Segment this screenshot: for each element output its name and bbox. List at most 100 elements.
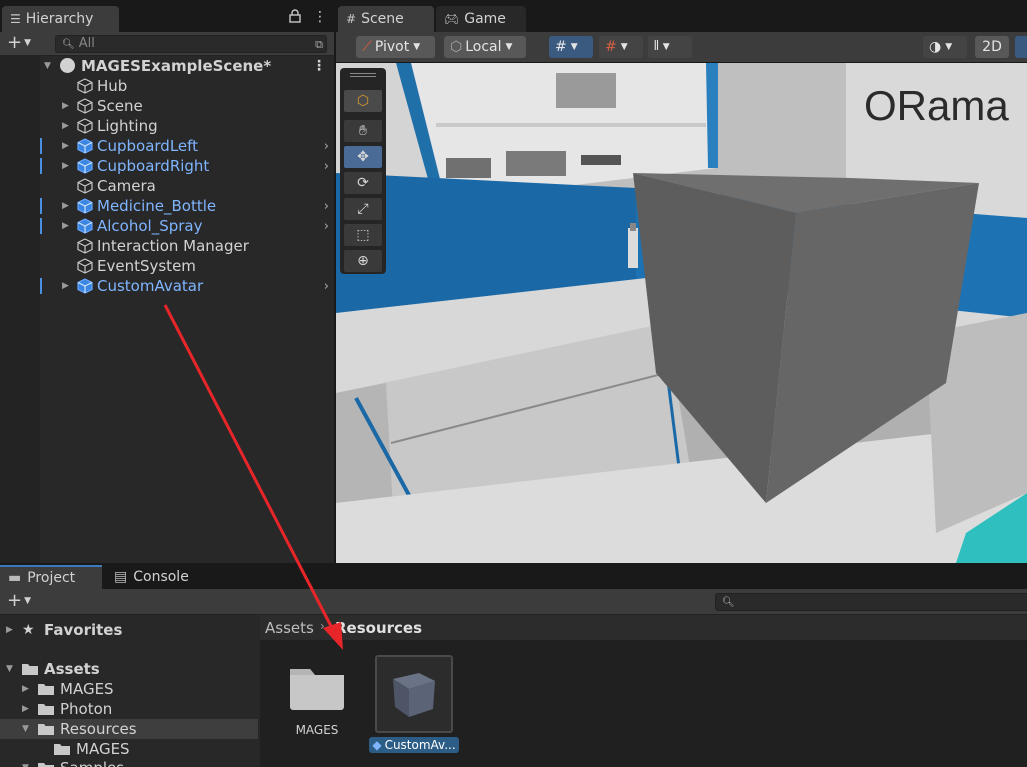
expand-arrow-icon[interactable]: ▼ — [6, 664, 13, 674]
drag-handle-icon[interactable] — [350, 73, 376, 77]
search-filter-icon[interactable]: ⧉ — [315, 37, 323, 53]
hand-icon: ✋︎ — [359, 123, 367, 139]
hierarchy-search[interactable]: 🔍︎ All ⧉ — [55, 35, 327, 53]
hierarchy-item-label: CustomAvatar — [97, 277, 204, 295]
grid-snap-icon: # — [555, 39, 567, 55]
project-search[interactable]: 🔍︎ — [715, 593, 1027, 611]
expand-arrow-icon[interactable]: ▼ — [22, 724, 29, 734]
hierarchy-item[interactable]: ▶ CupboardLeft › — [0, 136, 334, 156]
view-tool-button[interactable]: ⬡ — [344, 90, 382, 112]
gameobject-icon — [77, 98, 93, 114]
snap-settings-toggle[interactable]: 𝍪 ▼ — [648, 36, 692, 58]
project-tree-item[interactable]: ▼ Resources — [0, 719, 258, 739]
expand-arrow-icon[interactable]: ▶ — [62, 141, 69, 151]
scene-root-row[interactable]: ▼ MAGESExampleScene* ⋮ — [0, 56, 334, 76]
create-asset-dropdown[interactable]: + ▼ — [7, 592, 31, 610]
lock-icon[interactable] — [289, 9, 301, 26]
chevron-right-icon[interactable]: › — [324, 159, 329, 174]
star-icon: ★ — [22, 622, 35, 638]
tab-hierarchy[interactable]: ☰ Hierarchy — [2, 6, 119, 32]
prefab-icon — [77, 198, 93, 214]
breadcrumb-separator-icon: › — [320, 619, 325, 633]
hand-tool-button[interactable]: ✋︎ — [344, 120, 382, 142]
asset-name: ◆ CustomAv... — [369, 737, 459, 753]
expand-arrow-icon[interactable]: ▶ — [22, 704, 29, 714]
project-toolbar: + ▼ 🔍︎ — [0, 589, 1027, 615]
2d-mode-toggle[interactable]: 2D — [975, 36, 1009, 58]
prefab-override-bar — [40, 278, 42, 294]
hierarchy-item[interactable]: ▶ Alcohol_Spray › — [0, 216, 334, 236]
transform-tool-button[interactable]: ⊕ — [344, 250, 382, 272]
asset-name: MAGES — [295, 723, 339, 737]
project-tree-item[interactable]: ▼ Assets — [0, 659, 258, 679]
hierarchy-item[interactable]: ▶ CupboardRight › — [0, 156, 334, 176]
pivot-icon: ⟋ — [362, 39, 372, 55]
tab-project[interactable]: ▬ Project — [0, 565, 102, 589]
pivot-dropdown[interactable]: ⟋ Pivot ▼ — [356, 36, 435, 58]
project-tree-item[interactable]: MAGES — [0, 739, 258, 759]
rect-tool-button[interactable]: ⬚ — [344, 224, 382, 246]
project-tree-item[interactable]: ▶ ★ Favorites — [0, 620, 258, 640]
rotate-tool-button[interactable]: ⟳ — [344, 172, 382, 194]
breadcrumb-resources[interactable]: Resources — [335, 619, 422, 637]
asset-folder-mages[interactable]: MAGES — [284, 655, 350, 737]
gameobject-icon — [77, 178, 93, 194]
hierarchy-item[interactable]: ▶ Medicine_Bottle › — [0, 196, 334, 216]
chevron-right-icon[interactable]: › — [324, 199, 329, 214]
folder-icon — [38, 684, 54, 695]
folder-icon — [54, 744, 70, 755]
tab-console[interactable]: ▤ Console — [106, 565, 206, 589]
expand-arrow-icon[interactable]: ▼ — [44, 61, 51, 71]
chevron-right-icon[interactable]: › — [324, 279, 329, 294]
move-tool-button[interactable]: ✥ — [344, 146, 382, 168]
hierarchy-item[interactable]: ▶ Scene — [0, 96, 334, 116]
lighting-toggle[interactable] — [1015, 36, 1027, 58]
expand-arrow-icon[interactable]: ▶ — [6, 625, 13, 635]
scene-menu-icon[interactable]: ⋮ — [312, 58, 326, 74]
draw-mode-dropdown[interactable]: ◑ ▼ — [923, 36, 967, 58]
prefab-icon — [77, 138, 93, 154]
create-dropdown[interactable]: + ▼ — [7, 34, 31, 52]
expand-arrow-icon[interactable]: ▶ — [62, 101, 69, 111]
local-dropdown[interactable]: ⬡ Local ▼ — [444, 36, 526, 58]
hierarchy-item[interactable]: ▶ Lighting — [0, 116, 334, 136]
chevron-down-icon: ▼ — [945, 42, 953, 52]
project-tree-item[interactable]: ▼ Samples — [0, 758, 258, 767]
more-options-icon[interactable]: ⋮ — [313, 9, 327, 25]
hierarchy-item-label: Hub — [97, 77, 128, 95]
rect-icon: ⬚ — [356, 227, 370, 243]
scale-tool-button[interactable]: ⤢ — [344, 198, 382, 220]
hierarchy-item[interactable]: Interaction Manager — [0, 236, 334, 256]
increment-snap-toggle[interactable]: # ▼ — [599, 36, 643, 58]
project-tree-item[interactable]: ▶ Photon — [0, 699, 258, 719]
expand-arrow-icon[interactable]: ▶ — [62, 121, 69, 131]
chevron-right-icon[interactable]: › — [324, 219, 329, 234]
prefab-icon: ◆ — [372, 738, 382, 752]
hierarchy-item[interactable]: Hub — [0, 76, 334, 96]
expand-arrow-icon[interactable]: ▶ — [62, 221, 69, 231]
expand-arrow-icon[interactable]: ▶ — [62, 281, 69, 291]
hierarchy-item[interactable]: Camera — [0, 176, 334, 196]
project-tree-label: Favorites — [44, 621, 123, 639]
list-icon: ☰ — [10, 12, 21, 26]
project-tree-item[interactable]: ▶ MAGES — [0, 679, 258, 699]
scene-tabbar: # Scene 🎮︎ Game — [336, 0, 1027, 32]
expand-arrow-icon[interactable]: ▶ — [62, 161, 69, 171]
chevron-right-icon[interactable]: › — [324, 139, 329, 154]
hierarchy-item-label: Alcohol_Spray — [97, 217, 203, 235]
tab-game[interactable]: 🎮︎ Game — [436, 6, 526, 32]
scene-tools-overlay: ⬡ ✋︎ ✥ ⟳ ⤢ ⬚ ⊕ — [340, 68, 386, 274]
scene-viewport[interactable]: ORama ⬡ ✋︎ ✥ ⟳ ⤢ ⬚ ⊕ — [336, 63, 1027, 563]
grid-snap-toggle[interactable]: # ▼ — [549, 36, 593, 58]
breadcrumb-assets[interactable]: Assets — [265, 619, 314, 637]
tab-project-label: Project — [27, 570, 76, 586]
expand-arrow-icon[interactable]: ▼ — [22, 763, 29, 767]
expand-arrow-icon[interactable]: ▶ — [22, 684, 29, 694]
hierarchy-item[interactable]: ▶ CustomAvatar › — [0, 276, 334, 296]
ruler-icon: 𝍪 — [654, 38, 659, 54]
hierarchy-item[interactable]: EventSystem — [0, 256, 334, 276]
asset-prefab-customavatar[interactable]: ◆ CustomAv... — [366, 655, 462, 753]
tab-scene[interactable]: # Scene — [338, 6, 434, 32]
tab-scene-label: Scene — [361, 11, 404, 27]
expand-arrow-icon[interactable]: ▶ — [62, 201, 69, 211]
